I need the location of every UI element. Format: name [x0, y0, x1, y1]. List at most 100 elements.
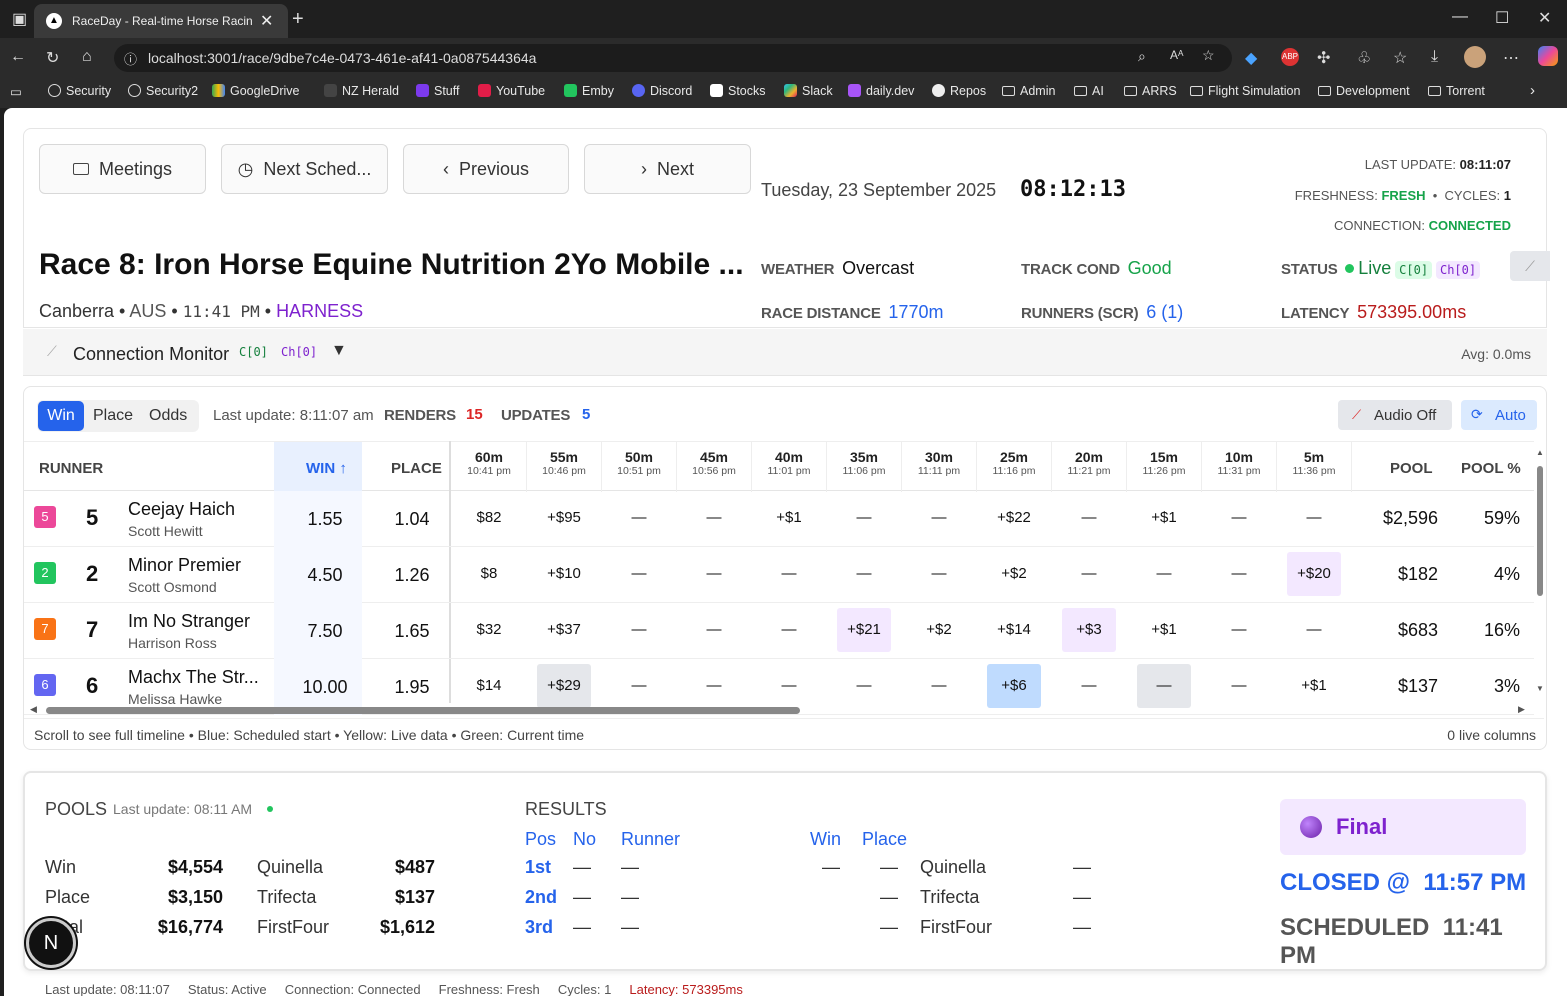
bookmark-stuff[interactable]: Stuff — [416, 84, 459, 98]
bookmark-stocks[interactable]: Stocks — [710, 84, 766, 98]
timeline-cell: — — [781, 621, 797, 638]
favorites-icon[interactable]: ☆ — [1393, 48, 1407, 68]
scroll-right-arrow-icon[interactable]: ▶ — [1518, 704, 1525, 715]
table-row[interactable]: 2 2 Minor Premier Scott Osmond 4.50 1.26 $8 +$1… — [24, 547, 1534, 603]
vertical-scrollbar[interactable]: ▲ ▼ — [1536, 448, 1546, 696]
bookmark-dailydev[interactable]: daily.dev — [848, 84, 914, 98]
tab-win[interactable]: Win — [38, 401, 84, 431]
read-aloud-icon[interactable]: Aᴬ — [1170, 48, 1183, 62]
url-field[interactable]: ⓘ localhost:3001/race/9dbe7c4e-0473-461e… — [114, 44, 1232, 72]
sidebar-toggle-icon[interactable]: ▣ — [12, 9, 27, 29]
extensions-icon[interactable]: ✣ — [1317, 48, 1330, 68]
header-pool-pct[interactable]: POOL % — [1461, 460, 1521, 477]
previous-button[interactable]: ‹ Previous — [403, 144, 569, 194]
nextjs-dev-tools-button[interactable]: N — [26, 918, 76, 968]
bookmark-label: Repos — [950, 84, 987, 98]
new-tab-icon[interactable]: + — [292, 8, 304, 31]
favorite-star-icon[interactable]: ☆ — [1202, 47, 1215, 64]
bookmark-slack[interactable]: Slack — [784, 84, 833, 98]
zoom-icon[interactable]: ⌕ — [1138, 48, 1146, 65]
tab-title: RaceDay - Real-time Horse Racin — [72, 14, 252, 28]
chip-ch: Ch[0] — [1435, 261, 1481, 279]
browser-tab[interactable]: ▲ RaceDay - Real-time Horse Racin ✕ — [34, 4, 288, 38]
performance-icon[interactable]: ♧ — [1357, 48, 1371, 68]
connection-label: CONNECTION: — [1334, 218, 1426, 233]
timeline-cell: — — [631, 565, 647, 582]
disconnect-icon[interactable]: ⟋ — [1510, 251, 1550, 281]
horizontal-scrollbar[interactable]: ◀ ▶ — [30, 704, 1530, 716]
bookmark-folder-ai[interactable]: AI — [1074, 84, 1104, 98]
meetings-button[interactable]: Meetings — [39, 144, 206, 194]
connection-monitor-bar[interactable]: ⟋ Connection Monitor C[0] Ch[0] ▼ Avg: 0… — [23, 329, 1547, 376]
more-menu-icon[interactable]: ⋯ — [1503, 48, 1519, 68]
bookmarks-panel-icon[interactable]: ▭ — [10, 84, 22, 99]
minimize-icon[interactable]: — — [1452, 8, 1468, 26]
reload-icon[interactable]: ↻ — [46, 48, 59, 68]
expand-triangle-icon[interactable]: ▼ — [331, 342, 347, 360]
timeline-cell: +$10 — [547, 565, 581, 582]
bookmark-discord[interactable]: Discord — [632, 84, 692, 98]
bitwarden-extension-icon[interactable]: ◆ — [1245, 48, 1257, 68]
globe-icon — [48, 84, 61, 97]
close-tab-icon[interactable]: ✕ — [260, 11, 273, 31]
scroll-left-arrow-icon[interactable]: ◀ — [30, 704, 37, 715]
bookmark-googledrive[interactable]: GoogleDrive — [212, 84, 299, 98]
saddlecloth-badge: 5 — [34, 506, 56, 528]
timeline-cell: — — [856, 677, 872, 694]
bookmark-nzherald[interactable]: NZ Herald — [324, 84, 399, 98]
folder-icon — [1318, 86, 1331, 96]
tab-odds[interactable]: Odds — [149, 407, 187, 425]
bookmark-folder-arrs[interactable]: ARRS — [1124, 84, 1177, 98]
bookmarks-overflow-chevron-icon[interactable]: › — [1530, 82, 1535, 99]
bookmark-repos[interactable]: Repos — [932, 84, 986, 98]
timeline-cell: +$2 — [1001, 565, 1027, 582]
vertical-scroll-thumb[interactable] — [1537, 466, 1543, 596]
timeline-minutes: 55m — [549, 449, 579, 465]
header-win-sorted[interactable]: WIN ↑ — [306, 460, 347, 477]
timeline-header-col: 45m 10:56 pm — [677, 449, 751, 477]
pool-amount: $182 — [1397, 564, 1438, 584]
header-runner[interactable]: RUNNER — [39, 460, 103, 477]
home-icon[interactable]: ⌂ — [82, 48, 92, 66]
bookmark-label: Security — [66, 84, 112, 98]
pool-label: Place — [45, 887, 91, 907]
profile-avatar[interactable] — [1464, 46, 1486, 68]
header-pool[interactable]: POOL — [1390, 460, 1433, 477]
bookmark-youtube[interactable]: YouTube — [478, 84, 545, 98]
next-scheduled-button[interactable]: ◷ Next Sched... — [221, 144, 388, 194]
close-window-icon[interactable]: ✕ — [1538, 8, 1551, 28]
bookmark-folder-development[interactable]: Development — [1318, 84, 1410, 98]
timeline-cell: — — [856, 565, 872, 582]
timeline-cell: $8 — [480, 565, 498, 582]
bookmark-security[interactable]: Security — [48, 84, 111, 98]
tab-place[interactable]: Place — [93, 407, 133, 425]
monitor-chip-ch: Ch[0] — [281, 345, 318, 359]
scroll-up-arrow-icon[interactable]: ▲ — [1536, 448, 1544, 457]
live-dot-icon — [267, 806, 273, 812]
audio-toggle-button[interactable]: ⟋ Audio Off — [1338, 400, 1452, 430]
table-row[interactable]: 5 5 Ceejay Haich Scott Hewitt 1.55 1.04 $82 +$9… — [24, 491, 1534, 547]
adblock-extension-icon[interactable]: ABP — [1281, 48, 1299, 66]
bookmark-emby[interactable]: Emby — [564, 84, 614, 98]
scroll-down-arrow-icon[interactable]: ▼ — [1536, 684, 1544, 693]
bookmark-folder-admin[interactable]: Admin — [1002, 84, 1055, 98]
bookmark-security2[interactable]: Security2 — [128, 84, 198, 98]
bookmark-folder-flight-simulation[interactable]: Flight Simulation — [1190, 84, 1300, 98]
downloads-icon[interactable]: ⤓ — [1431, 48, 1438, 66]
maximize-icon[interactable]: ☐ — [1495, 8, 1509, 28]
status-orb-icon — [1300, 816, 1322, 838]
browser-tab-bar: ▣ ▲ RaceDay - Real-time Horse Racin ✕ + … — [0, 0, 1567, 38]
copilot-icon[interactable] — [1538, 46, 1558, 66]
next-button[interactable]: › Next — [584, 144, 751, 194]
site-info-icon[interactable]: ⓘ — [124, 49, 137, 68]
header-place[interactable]: PLACE — [391, 460, 442, 477]
table-row[interactable]: 7 7 Im No Stranger Harrison Ross 7.50 1.65 $32… — [24, 603, 1534, 659]
horizontal-scroll-thumb[interactable] — [46, 707, 800, 714]
result-exotic-value: — — [1073, 917, 1091, 937]
back-icon[interactable]: ← — [10, 48, 26, 66]
auto-refresh-button[interactable]: ⟳ Auto — [1461, 400, 1537, 430]
race-time: 11:41 PM — [182, 302, 260, 321]
bookmark-folder-torrent[interactable]: Torrent — [1428, 84, 1485, 98]
folder-icon — [1124, 86, 1137, 96]
timeline-header-col: 5m 11:36 pm — [1277, 449, 1351, 477]
